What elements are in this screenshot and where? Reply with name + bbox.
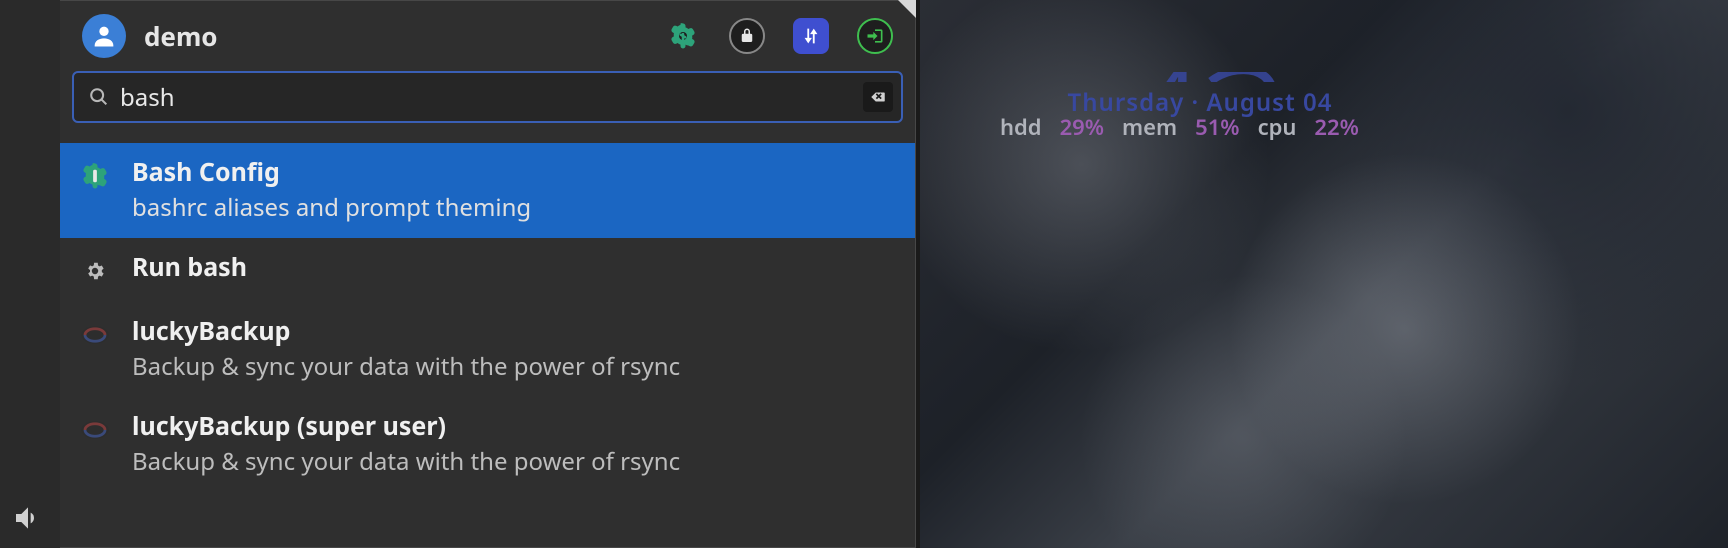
settings-wrench-icon [78, 159, 112, 193]
search-row [60, 71, 915, 123]
network-button[interactable] [793, 18, 829, 54]
result-title: luckyBackup [132, 314, 680, 348]
result-item-bash-config[interactable]: Bash Config bashrc aliases and prompt th… [60, 143, 915, 238]
stat-cpu-label: cpu [1258, 112, 1297, 142]
menu-header: demo [60, 1, 915, 71]
gear-icon [78, 254, 112, 288]
header-actions [665, 18, 893, 54]
system-stats-widget: hdd 29% mem 51% cpu 22% [1000, 112, 1359, 142]
clear-search-button[interactable] [863, 82, 893, 112]
search-results-list: Bash Config bashrc aliases and prompt th… [60, 143, 915, 547]
result-desc: bashrc aliases and prompt theming [132, 191, 531, 224]
sync-icon [78, 413, 112, 447]
result-item-luckybackup[interactable]: luckyBackup Backup & sync your data with… [60, 302, 915, 397]
result-title: Bash Config [132, 155, 531, 189]
clock-time-partial: 43 [1000, 72, 1400, 82]
result-item-run-bash[interactable]: Run bash [60, 238, 915, 302]
volume-icon[interactable] [12, 502, 44, 534]
sync-icon [78, 318, 112, 352]
settings-button[interactable] [665, 18, 701, 54]
logout-button[interactable] [857, 18, 893, 54]
search-box[interactable] [72, 71, 903, 123]
username-label: demo [144, 18, 647, 54]
stat-hdd-label: hdd [1000, 112, 1042, 142]
result-title: luckyBackup (super user) [132, 409, 680, 443]
stat-mem-label: mem [1122, 112, 1177, 142]
taskbar-panel [0, 0, 60, 548]
result-title: Run bash [132, 250, 247, 284]
result-desc: Backup & sync your data with the power o… [132, 445, 680, 478]
search-input[interactable] [120, 81, 863, 114]
user-avatar-icon[interactable] [82, 14, 126, 58]
search-icon [88, 86, 110, 108]
application-menu: demo [60, 0, 916, 548]
stat-cpu-value: 22% [1314, 112, 1358, 142]
lock-button[interactable] [729, 18, 765, 54]
result-desc: Backup & sync your data with the power o… [132, 350, 680, 383]
stat-mem-value: 51% [1195, 112, 1239, 142]
result-item-luckybackup-su[interactable]: luckyBackup (super user) Backup & sync y… [60, 397, 915, 492]
stat-hdd-value: 29% [1060, 112, 1104, 142]
